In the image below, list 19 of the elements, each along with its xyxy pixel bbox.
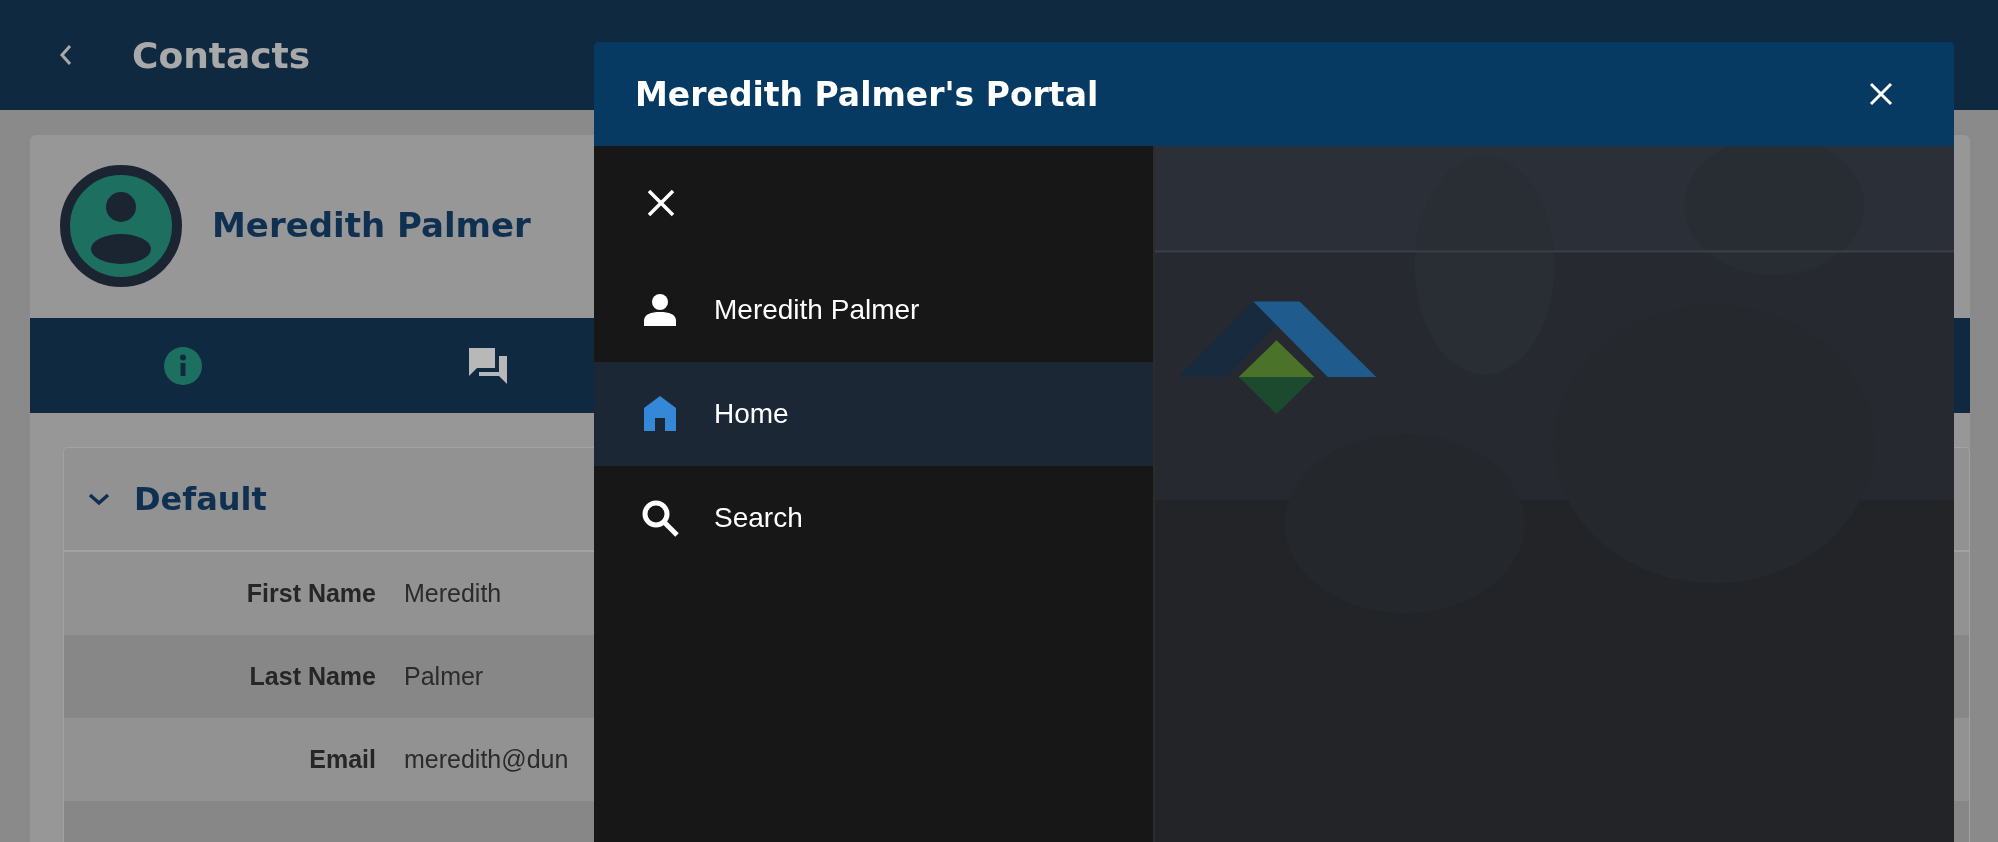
home-icon — [643, 396, 677, 432]
chat-icon — [466, 345, 509, 386]
contact-name: Meredith Palmer — [212, 205, 531, 245]
menu-item[interactable]: Meredith Palmer — [594, 258, 1153, 362]
field-label: Email — [308, 745, 376, 774]
field-value: Palmer — [404, 662, 484, 691]
field-label: First Name — [245, 579, 376, 608]
search-icon — [641, 499, 679, 537]
info-icon — [162, 345, 203, 386]
menu-item[interactable]: Search — [594, 466, 1153, 570]
person-icon — [643, 293, 677, 327]
field-value: Meredith — [404, 579, 502, 608]
avatar-icon — [60, 165, 182, 287]
page-title: Contacts — [132, 34, 311, 76]
field-value: meredith@dun — [404, 745, 569, 774]
back-icon — [58, 43, 74, 67]
field-label: Last Name — [248, 662, 376, 691]
dialog-title: Meredith Palmer's Portal — [635, 74, 1099, 114]
menu-item[interactable]: Home — [594, 362, 1153, 466]
